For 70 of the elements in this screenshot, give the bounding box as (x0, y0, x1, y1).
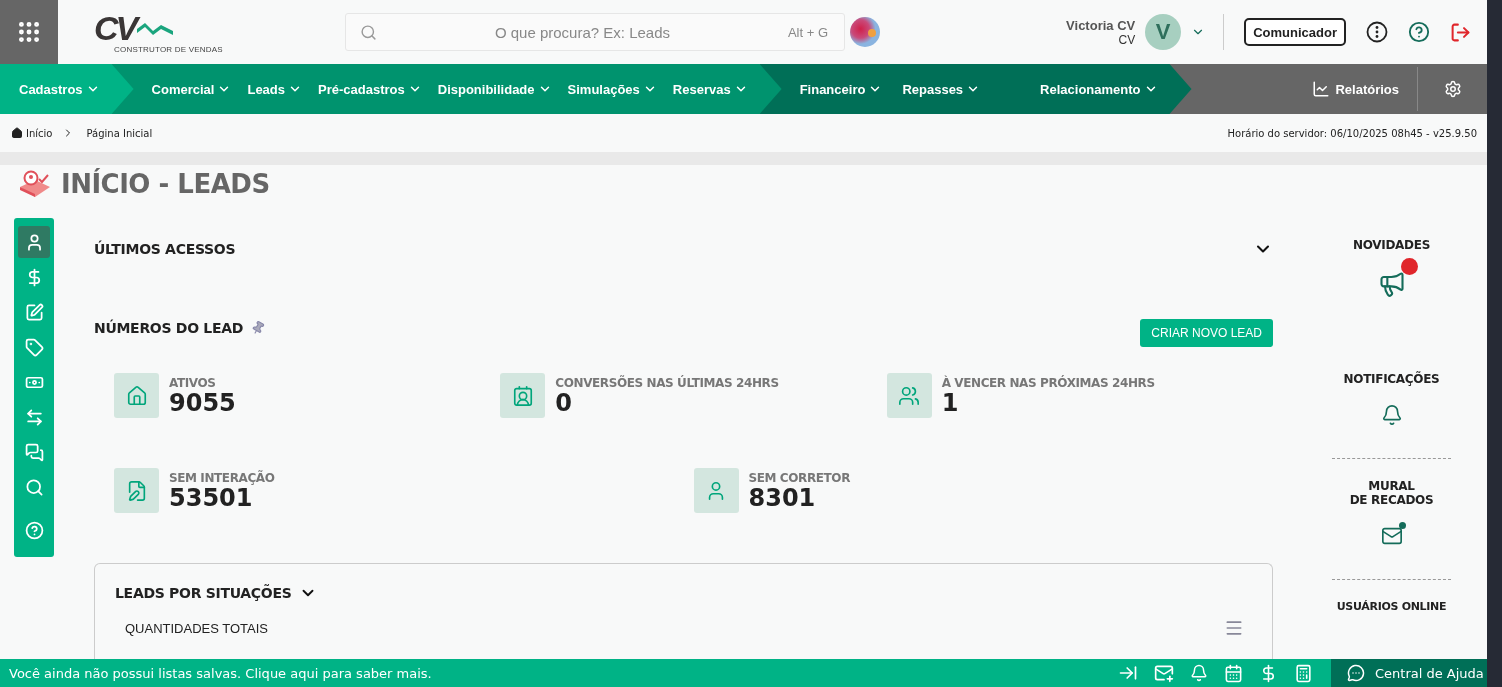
saved-lists-link[interactable]: Você ainda não possui listas salvas. Clique aqui para saber mais. (0, 665, 1118, 681)
page-title: INÍCIO - LEADS (61, 169, 270, 199)
tag-icon (24, 337, 44, 357)
search-icon (24, 477, 44, 497)
orb-icon[interactable] (850, 17, 880, 47)
chat-icon (24, 442, 44, 462)
lead-search-icon (18, 170, 51, 198)
stat-value: 9055 (169, 389, 236, 416)
section-title: USUÁRIOS ONLINE (1336, 600, 1447, 613)
stat-label: ATIVOS (169, 375, 217, 390)
section-title: NOVIDADES (1353, 238, 1430, 252)
section-title: NOTIFICAÇÕES (1343, 372, 1440, 386)
stat-label: SEM INTERAÇÃO (169, 470, 275, 485)
help-icon (24, 520, 44, 540)
contact-icon (511, 384, 534, 407)
users-icon (898, 384, 921, 407)
user-company: CV (1118, 32, 1136, 47)
nav-menu-item[interactable]: Simulações (567, 81, 657, 97)
search-field[interactable]: O que procura? Ex: Leads Alt + G (345, 13, 845, 51)
edit-icon (24, 302, 44, 322)
nav-menu-item[interactable]: Relacionamento (1040, 81, 1158, 97)
home-icon[interactable] (11, 127, 23, 139)
stat-label: À VENCER NAS PRÓXIMAS 24HRS (941, 375, 1155, 390)
user-name: Victoria CV (1066, 17, 1136, 33)
logo: CV CONSTRUTOR DE VENDAS (94, 10, 224, 54)
grid-icon (16, 19, 42, 45)
section-title: NÚMEROS DO LEAD (94, 320, 244, 336)
arrows-icon (24, 407, 44, 427)
stat-label: SEM CORRETOR (748, 470, 850, 485)
apps-menu-button[interactable] (0, 0, 58, 64)
house-icon (125, 384, 148, 407)
section-title: MURAL DE RECADOS (1349, 479, 1434, 507)
mail-icon[interactable] (1154, 663, 1174, 683)
help-icon[interactable] (1408, 21, 1430, 43)
nav-menu-item[interactable]: Comercial (151, 81, 232, 97)
nav-menu-item[interactable]: Reservas (672, 81, 748, 97)
nav-menu-item[interactable]: Repasses (902, 81, 981, 97)
stat-value: 53501 (169, 484, 253, 511)
nav-menu-item[interactable]: Cadastros (19, 81, 100, 97)
nav-menu-item[interactable]: Disponibilidade (437, 81, 552, 97)
create-lead-button[interactable]: CRIAR NOVO LEAD (1140, 319, 1273, 347)
chart-icon (1312, 80, 1331, 98)
server-time: Horário do servidor: 06/10/2025 08h45 - v25.9.50 (1227, 127, 1477, 139)
chat-icon (1347, 664, 1365, 682)
calendar-icon[interactable] (1224, 663, 1243, 683)
nav-menu-item[interactable]: Pré-cadastros (318, 81, 422, 97)
reports-link[interactable]: Relatórios (1312, 80, 1417, 98)
stat-value: 1 (941, 389, 960, 416)
logout-icon[interactable] (1450, 21, 1471, 43)
section-title: LEADS POR SITUAÇÕES (115, 585, 292, 601)
search-icon (360, 23, 377, 41)
nav-menu-item[interactable]: Leads (247, 81, 303, 97)
nav-menu-item[interactable]: Financeiro (799, 81, 883, 97)
user-avatar[interactable]: V (1145, 14, 1182, 50)
bell-icon[interactable] (1190, 664, 1208, 682)
rail-button[interactable] (18, 226, 50, 258)
more-options-icon[interactable] (1366, 21, 1388, 43)
section-title: ÚLTIMOS ACESSOS (94, 241, 236, 257)
collapse-icon[interactable] (1118, 663, 1138, 683)
settings-icon[interactable] (1444, 80, 1462, 98)
breadcrumb-link[interactable]: Página Inicial (86, 127, 153, 139)
subsection-title: QUANTIDADES TOTAIS (125, 620, 269, 636)
calculator-icon[interactable] (1294, 663, 1313, 683)
stat-value: 0 (555, 389, 574, 416)
stat-label: CONVERSÕES NAS ÚLTIMAS 24HRS (555, 375, 779, 390)
communicator-button[interactable]: Comunicador (1244, 18, 1346, 46)
stat-value: 8301 (748, 484, 817, 511)
help-center-button[interactable]: Central de Ajuda (1331, 659, 1487, 687)
menu-icon[interactable] (1224, 618, 1244, 638)
breadcrumb-home-link[interactable]: Início (26, 127, 53, 139)
